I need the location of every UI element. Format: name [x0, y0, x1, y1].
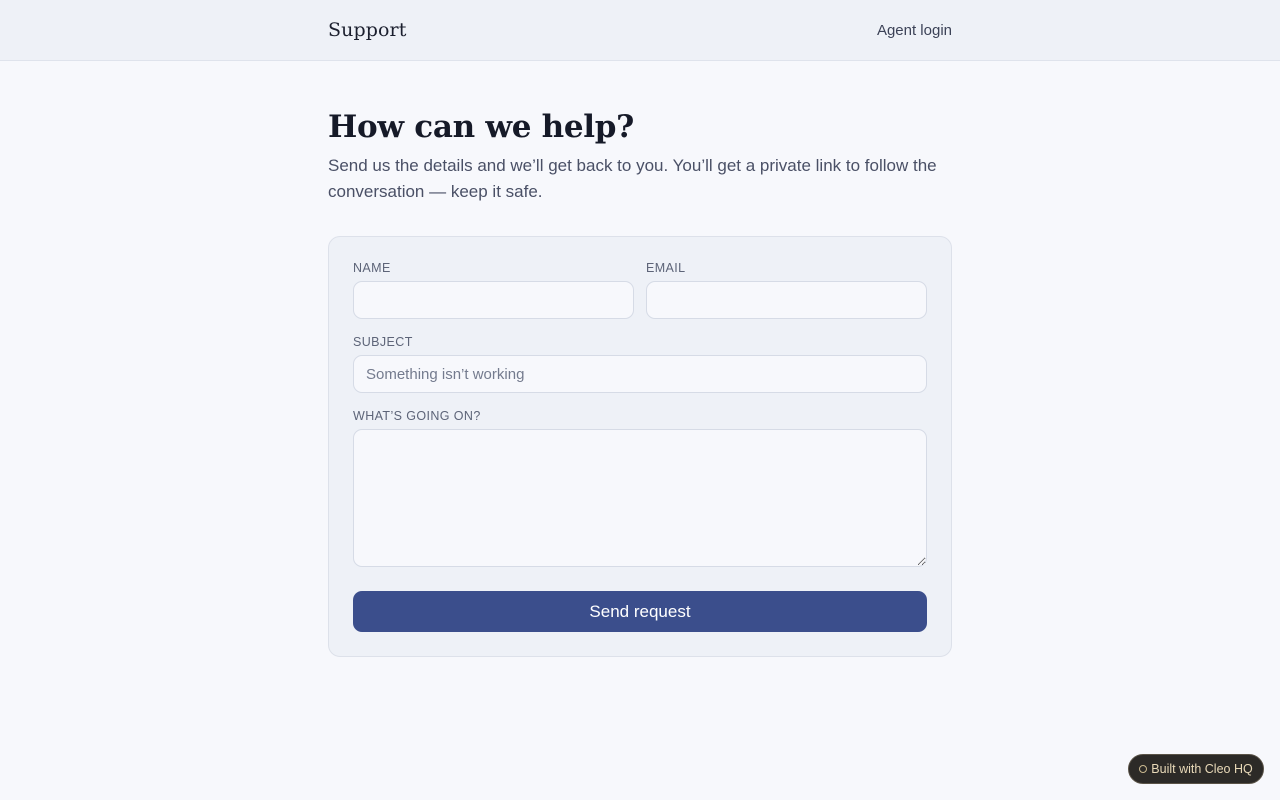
email-label: EMAIL	[646, 261, 686, 275]
support-form: NAME EMAIL SUBJECT WHAT’S GOING ON? Send…	[328, 236, 952, 657]
page-title: How can we help?	[328, 109, 635, 145]
top-bar: Support Agent login	[0, 0, 1280, 61]
name-label: NAME	[353, 261, 391, 275]
name-input[interactable]	[353, 281, 634, 319]
subject-input[interactable]	[353, 355, 927, 393]
send-request-button[interactable]: Send request	[353, 591, 927, 632]
hero-section: How can we help? Send us the details and…	[328, 108, 952, 205]
email-input[interactable]	[646, 281, 927, 319]
agent-login-link[interactable]: Agent login	[877, 22, 952, 39]
badge-label: Built with Cleo HQ	[1151, 762, 1253, 776]
details-textarea[interactable]	[353, 429, 927, 567]
top-bar-inner: Support Agent login	[328, 0, 952, 60]
brand-logo: Support	[328, 19, 407, 41]
subject-label: SUBJECT	[353, 335, 413, 349]
details-label: WHAT’S GOING ON?	[353, 409, 481, 423]
circle-icon	[1139, 765, 1148, 773]
page-subtitle: Send us the details and we’ll get back t…	[328, 156, 937, 201]
built-with-badge[interactable]: Built with Cleo HQ	[1128, 754, 1264, 784]
